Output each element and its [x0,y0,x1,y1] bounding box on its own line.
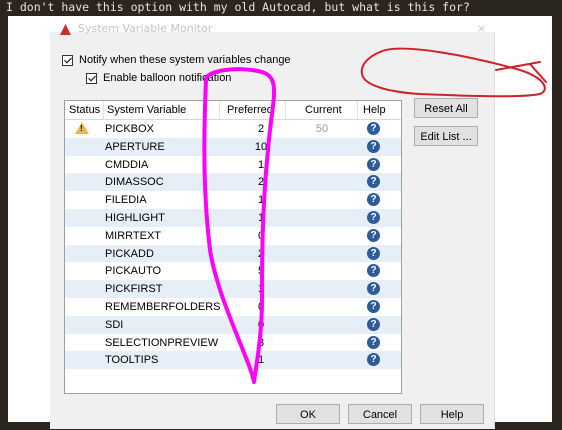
edit-list-button[interactable]: Edit List ... [414,126,478,146]
checkbox-checked-icon [86,72,97,84]
screenshot-frame: System Variable Monitor × Notify when th… [8,16,552,429]
help-icon[interactable]: ? [367,335,380,349]
preferred-value-cell[interactable]: 5 [251,265,271,277]
preferred-value-cell[interactable]: 1 [251,159,271,171]
system-variable-grid[interactable]: Status System Variable Preferred Current… [64,100,402,394]
balloon-checkbox[interactable]: Enable balloon notification [86,72,231,84]
table-row[interactable]: PICKADD 2? [65,244,401,263]
help-icon[interactable]: ? [367,353,380,367]
cancel-button[interactable]: Cancel [348,404,412,424]
table-row[interactable]: PICKFIRST 1? [65,280,401,298]
notify-checkbox[interactable]: Notify when these system variables chang… [62,54,291,66]
table-row[interactable]: FILEDIA 1? [65,191,401,209]
grid-header: Status System Variable Preferred Current… [65,101,401,120]
help-icon[interactable]: ? [367,300,380,313]
table-row[interactable]: HIGHLIGHT 1? [65,209,401,227]
column-header-current[interactable]: Current [305,104,342,116]
variable-name-cell: MIRRTEXT [105,229,162,242]
current-value-cell: 50 [315,123,329,135]
table-row[interactable]: SELECTIONPREVIEW 3? [65,334,401,352]
help-icon[interactable]: ? [367,211,380,224]
column-header-preferred[interactable]: Preferred [227,104,273,116]
table-row[interactable]: DIMASSOC 2? [65,173,401,192]
preferred-value-cell[interactable]: 10 [251,141,271,153]
help-icon[interactable]: ? [367,122,380,135]
preferred-value-cell[interactable]: 2 [251,248,271,260]
help-icon[interactable]: ? [367,246,380,260]
close-icon[interactable]: × [477,22,486,35]
balloon-checkbox-label: Enable balloon notification [103,72,232,84]
help-icon[interactable]: ? [367,193,380,207]
variable-name-cell: SELECTIONPREVIEW [105,336,219,349]
help-icon[interactable]: ? [367,228,380,242]
help-icon[interactable]: ? [367,264,380,278]
preferred-value-cell[interactable]: 2 [251,123,271,135]
post-caption: I don't have this option with my old Aut… [6,0,470,14]
table-row[interactable]: REMEMBERFOLDERS 0? [65,298,401,316]
help-icon[interactable]: ? [367,157,380,171]
variable-name-cell: DIMASSOC [105,176,164,189]
variable-name-cell: APERTURE [105,140,165,153]
preferred-value-cell[interactable]: 0 [251,230,271,242]
ok-button[interactable]: OK [276,404,340,424]
variable-name-cell: HIGHLIGHT [105,212,165,224]
checkbox-checked-icon [62,54,73,66]
preferred-value-cell[interactable]: 1 [251,354,271,366]
table-row[interactable]: SDI 0? [65,315,401,334]
variable-name-cell: PICKBOX [105,123,154,135]
variable-name-cell: PICKAUTO [105,265,162,278]
column-header-help[interactable]: Help [363,104,386,116]
preferred-value-cell[interactable]: 1 [251,283,271,295]
table-row[interactable]: MIRRTEXT 0? [65,227,401,245]
column-header-status[interactable]: Status [69,104,100,116]
help-icon[interactable]: ? [367,139,380,153]
warning-mark: ! [80,124,83,133]
system-variable-monitor-dialog: System Variable Monitor × Notify when th… [50,22,495,429]
preferred-value-cell[interactable]: 0 [251,319,271,331]
preferred-value-cell[interactable]: 1 [251,194,271,206]
dialog-titlebar: System Variable Monitor × [50,22,494,42]
table-row[interactable]: TOOLTIPS 1? [65,351,401,370]
table-row[interactable]: CMDDIA 1? [65,156,401,174]
variable-name-cell: FILEDIA [105,194,147,207]
table-row[interactable]: APERTURE 10? [65,137,401,156]
help-icon[interactable]: ? [367,282,380,296]
preferred-value-cell[interactable]: 3 [251,337,271,349]
notify-checkbox-label: Notify when these system variables chang… [79,54,291,66]
preferred-value-cell[interactable]: 1 [251,212,271,224]
variable-name-cell: PICKFIRST [105,283,163,296]
table-row[interactable]: PICKAUTO 5? [65,262,401,280]
variable-name-cell: TOOLTIPS [105,354,159,367]
autocad-logo-icon [60,24,71,35]
variable-name-cell: CMDDIA [105,158,149,171]
column-header-system-variable[interactable]: System Variable [107,104,186,116]
variable-name-cell: REMEMBERFOLDERS [105,301,221,313]
help-icon[interactable]: ? [367,317,380,331]
variable-name-cell: SDI [105,318,124,331]
preferred-value-cell[interactable]: 2 [251,176,271,188]
variable-name-cell: PICKADD [105,247,154,260]
reset-all-button[interactable]: Reset All [414,98,478,118]
preferred-value-cell[interactable]: 0 [251,301,271,313]
table-row[interactable]: ! PICKBOX 2 50? [65,120,401,138]
help-button[interactable]: Help [420,404,484,424]
help-icon[interactable]: ? [367,175,380,189]
dialog-title: System Variable Monitor [78,22,213,35]
